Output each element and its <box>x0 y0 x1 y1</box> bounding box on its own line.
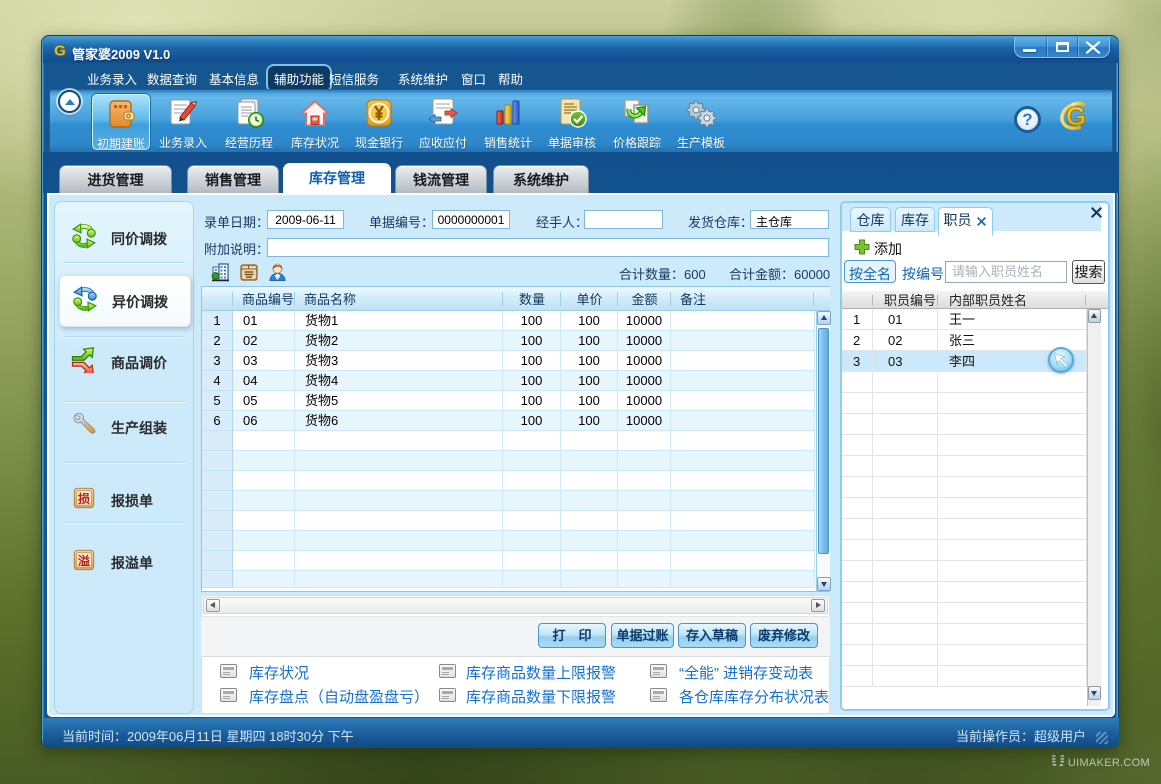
svg-text:G: G <box>54 43 66 58</box>
svg-text:溢: 溢 <box>78 553 90 568</box>
svg-text:损: 损 <box>78 491 91 506</box>
